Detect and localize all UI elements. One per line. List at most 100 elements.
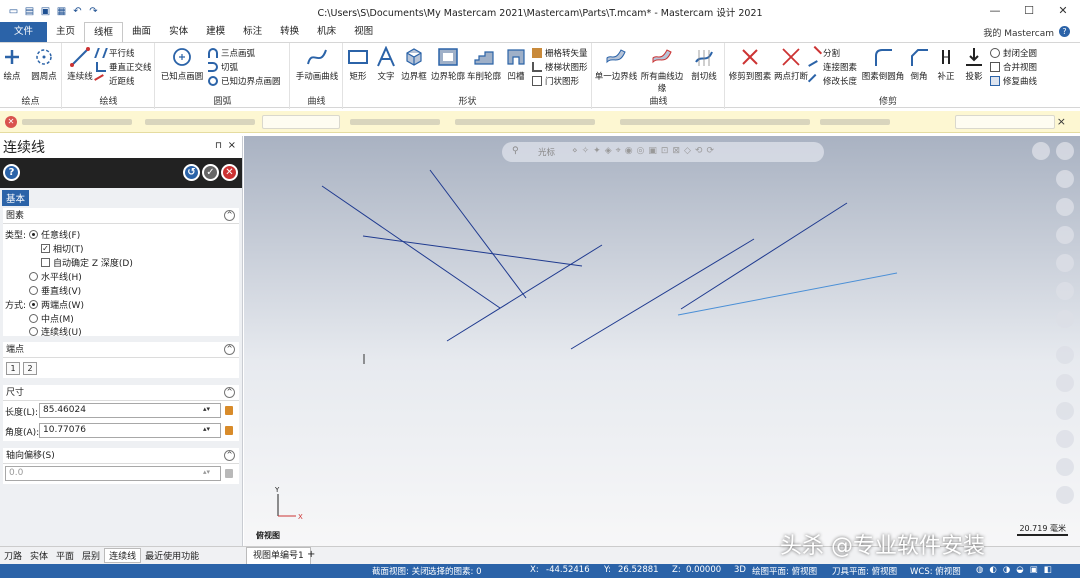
method-multi-line[interactable]: 连续线(U) [29,325,82,338]
collapse-icon[interactable]: ^ [224,210,235,221]
line-entity[interactable] [680,202,848,310]
single-edge-curve-button[interactable]: 单一边界线 [593,46,639,82]
line-entity[interactable] [429,169,527,299]
fillet-entities-button[interactable]: 图素倒圆角 [860,46,906,82]
section-header[interactable]: 尺寸 ^ [3,385,239,401]
method-midpoint[interactable]: 中点(M) [29,312,74,325]
repair-curve-button[interactable]: 修复曲线 [990,75,1037,87]
circle-center-point-button[interactable]: 已知点画圆 [158,46,206,82]
section-header[interactable]: 图素 ^ [3,208,239,224]
tab-drafting[interactable]: 标注 [234,22,271,42]
tab-wireframe[interactable]: 线框 [84,22,124,42]
tangent-checkbox[interactable]: ✓ 相切(T) [41,242,84,255]
tab-transform[interactable]: 转换 [271,22,308,42]
tab-machine[interactable]: 机床 [308,22,345,42]
type-vertical[interactable]: 垂直线(V) [29,284,81,297]
graphics-viewport[interactable]: ⚲ 光标 ⋄✧✦◈⌖◉◎▣⊡⊠◇⟲⟳ Y X 俯视图 20.719 毫米 [244,136,1080,546]
turn-profile-button[interactable]: 车削轮廓 [466,46,502,82]
close-arc-button[interactable]: 封闭全圆 [990,47,1037,59]
tab-home[interactable]: 主页 [47,22,84,42]
spinner-icon[interactable]: ▴▾ [203,425,210,433]
slice-button[interactable]: 剖切线 [685,46,723,82]
line-entity[interactable] [362,235,583,267]
tab-view[interactable]: 视图 [345,22,382,42]
tool-plane-status[interactable]: 刀具平面: 俯视图 [832,565,897,577]
message-close-icon[interactable]: × [1057,115,1066,128]
my-mastercam-link[interactable]: 我的 Mastercam [983,26,1054,39]
line-entity[interactable] [321,185,501,309]
merge-views-button[interactable]: 合并视图 [990,61,1037,73]
bounding-box-button[interactable]: 边界框 [400,46,428,82]
section-header[interactable]: 轴向偏移(S) ^ [3,448,239,464]
lock-icon[interactable] [225,426,233,435]
close-icon[interactable]: ✕ [1046,0,1080,22]
line-entity[interactable] [570,238,755,350]
maximize-icon[interactable]: ☐ [1012,0,1046,22]
tab-levels[interactable]: 层别 [78,549,104,562]
spinner-icon[interactable]: ▴▾ [203,405,210,413]
modify-length-button[interactable]: 修改长度 [807,73,857,89]
offset-button[interactable]: 补正 [932,46,960,82]
construction-plane-status[interactable]: 绘图平面: 俯视图 [752,565,817,577]
method-two-endpoints[interactable]: 方式: 两端点(W) [5,298,84,311]
all-curve-edges-button[interactable]: 所有曲线边缘 [639,46,685,94]
line-entity[interactable] [446,244,603,342]
tab-model[interactable]: 建模 [197,22,234,42]
stair-shape-button[interactable]: 楼梯状图形 [532,61,588,73]
ok-check-icon[interactable]: ✓ [202,164,219,181]
arc-tangent-button[interactable]: 切弧 [208,61,238,73]
collapse-icon[interactable]: ^ [224,344,235,355]
trim-to-entities-button[interactable]: 修剪到图素 [726,46,774,82]
radio-on[interactable] [29,230,39,239]
tab-basic[interactable]: 基本 [2,190,30,206]
tab-toolpaths[interactable]: 刀路 [0,549,26,562]
lock-icon[interactable] [225,406,233,415]
angle-input[interactable]: 10.77076 [39,423,221,438]
lock-icon[interactable] [225,469,233,478]
line-entity-preview[interactable] [677,272,898,316]
join-entities-button[interactable]: 连接图素 [808,60,857,74]
ok-and-create-icon[interactable]: ↺ [183,164,200,181]
type-horizontal[interactable]: 水平线(H) [29,270,82,283]
endpoint-1-button[interactable]: 1 [6,362,20,375]
wcs-status[interactable]: WCS: 俯视图 [910,565,961,577]
collapse-icon[interactable]: ^ [224,450,235,461]
display-mode-icons[interactable]: ◍◐◑◒▣◧ [976,565,1058,575]
parallel-line-button[interactable]: 平行线 [94,47,135,59]
break-two-points-button[interactable]: 两点打断 [772,46,810,82]
circle-edge-point-button[interactable]: 已知边界点画圆 [208,75,281,87]
tab-surfaces[interactable]: 曲面 [123,22,160,42]
project-button[interactable]: 投影 [960,46,988,82]
help-icon[interactable]: ? [3,164,20,181]
cancel-icon[interactable]: ✕ [221,164,238,181]
mode-3d[interactable]: 3D [734,565,746,575]
door-shape-button[interactable]: 门状图形 [532,75,579,87]
tab-file[interactable]: 文件 [0,22,48,42]
help-icon[interactable]: ? [1059,26,1070,37]
point-button[interactable]: 绘点 [0,46,24,82]
collapse-icon[interactable]: ^ [224,387,235,398]
perpendicular-line-button[interactable]: 垂直正交线 [96,61,152,73]
section-view-status[interactable]: 截面视图: 关闭 [372,565,429,577]
minimize-icon[interactable]: — [978,0,1012,22]
blurred-input[interactable] [262,115,340,129]
length-input[interactable]: 85.46024 [39,403,221,418]
line-endpoints-button[interactable]: 连续线 [63,46,97,82]
checked-icon[interactable]: ✓ [41,244,50,253]
tab-line-function[interactable]: 连续线 [104,548,142,563]
manual-spline-button[interactable]: 手动画曲线 [293,46,341,82]
text-button[interactable]: 文字 [372,46,400,82]
boundary-profile-button[interactable]: 边界轮廓 [430,46,466,82]
add-viewsheet-icon[interactable]: + [307,549,315,560]
tab-solids-manager[interactable]: 实体 [26,549,52,562]
groove-button[interactable]: 凹槽 [502,46,530,82]
auto-z-depth-checkbox[interactable]: 自动确定 Z 深度(D) [41,256,133,269]
viewsheet-tab[interactable]: 视图单编号1 [246,547,311,565]
raster-to-vector-button[interactable]: 栅格转矢量 [532,47,588,59]
rectangle-button[interactable]: 矩形 [344,46,372,82]
closest-line-button[interactable]: 近距线 [94,74,135,88]
geometry-canvas[interactable]: Y X [244,136,1080,546]
arc-3-points-button[interactable]: 三点画弧 [208,47,255,59]
endpoint-2-button[interactable]: 2 [23,362,37,375]
circle-points-button[interactable]: 圆周点 [26,46,62,82]
